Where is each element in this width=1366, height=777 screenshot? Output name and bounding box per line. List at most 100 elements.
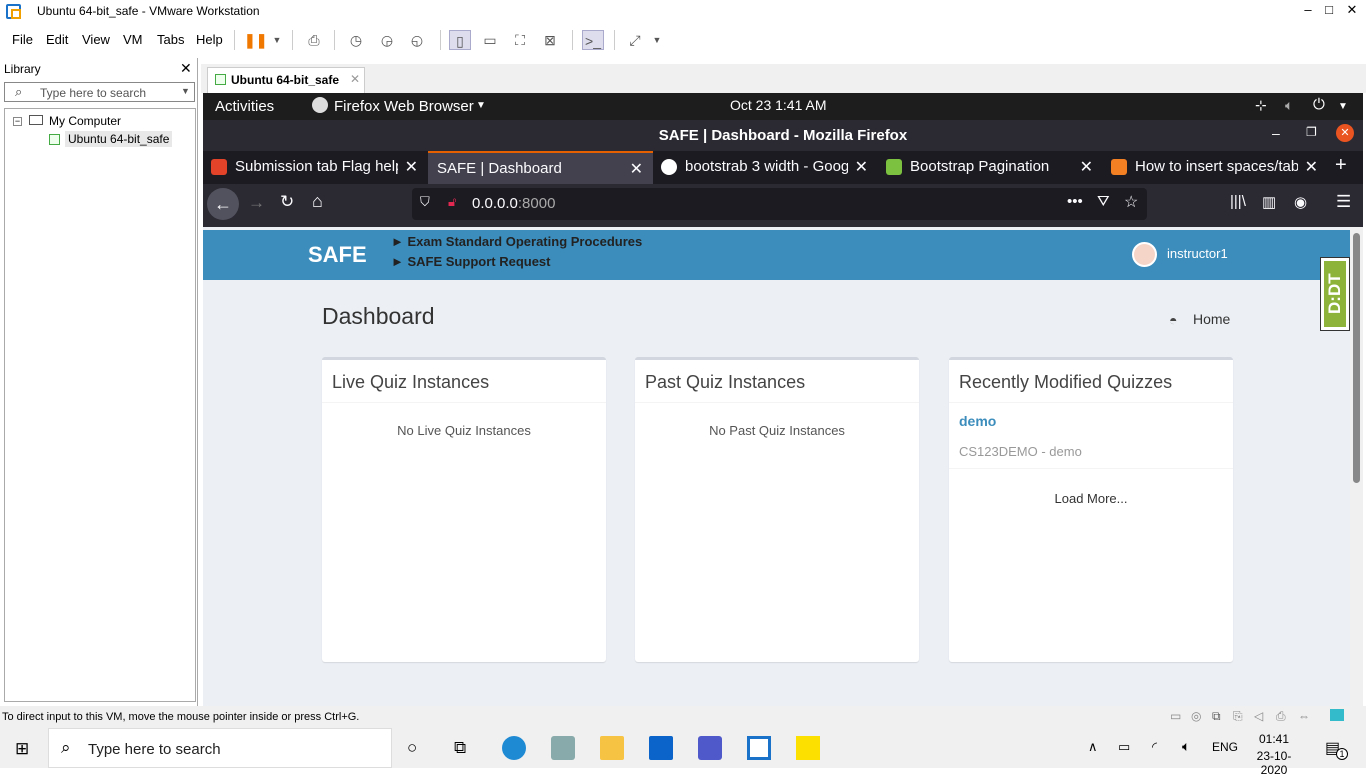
vmware-taskbar-icon[interactable] xyxy=(747,736,771,760)
snapshot-icon[interactable]: ◷ xyxy=(345,30,367,50)
pocket-icon[interactable]: ⛛ xyxy=(1097,193,1110,210)
stretch-dropdown-icon[interactable]: ▼ xyxy=(646,30,668,50)
power-icon[interactable]: ⏻ xyxy=(1313,96,1325,113)
send-keys-icon[interactable]: ⎙ xyxy=(303,30,325,50)
taskbar-search-box[interactable]: ⌕ Type here to search xyxy=(48,728,392,768)
dadt-extension-widget[interactable]: D:DT xyxy=(1320,257,1350,331)
edge-icon[interactable] xyxy=(502,736,526,760)
tree-item-ubuntu-vm[interactable]: Ubuntu 64-bit_safe xyxy=(65,131,173,147)
cd-icon[interactable]: ◎ xyxy=(1191,709,1201,723)
ff-tab-bootstrab-width[interactable]: bootstrab 3 width - Google ✕ xyxy=(653,151,878,184)
menu-file[interactable]: File xyxy=(12,32,33,47)
user-menu[interactable]: instructor1 xyxy=(1167,246,1228,261)
page-scrollbar[interactable] xyxy=(1350,227,1363,706)
menu-vm[interactable]: VM xyxy=(123,32,143,47)
pause-icon[interactable]: ❚❚ xyxy=(244,30,267,50)
ff-tab-submission[interactable]: Submission tab Flag help ✕ xyxy=(203,151,428,184)
ff-tab-close-icon[interactable]: ✕ xyxy=(630,159,643,179)
ff-minimize-button[interactable]: – xyxy=(1272,125,1280,141)
forward-button-icon[interactable]: → xyxy=(248,193,265,213)
link-exam-sop[interactable]: ► Exam Standard Operating Procedures xyxy=(391,234,642,249)
search-dropdown-icon[interactable]: ▼ xyxy=(181,86,190,96)
library-toggle-icon[interactable]: ▯ xyxy=(449,30,471,50)
ff-tab-close-icon[interactable]: ✕ xyxy=(405,157,418,177)
library-search-input[interactable]: ⌕ Type here to search ▼ xyxy=(4,82,195,102)
snapshot-manager-icon[interactable]: ◵ xyxy=(406,30,428,50)
ff-tab-bootstrap-pagination[interactable]: Bootstrap Pagination ✕ xyxy=(878,151,1103,184)
language-indicator[interactable]: ENG xyxy=(1212,740,1238,754)
link-support-request[interactable]: ► SAFE Support Request xyxy=(391,254,551,269)
tree-item-my-computer[interactable]: My Computer xyxy=(49,114,121,128)
quiz-link-demo[interactable]: demo xyxy=(959,413,996,429)
ff-tab-close-icon[interactable]: ✕ xyxy=(1305,157,1318,177)
activities-button[interactable]: Activities xyxy=(215,98,274,115)
usb-icon[interactable]: ⎘ xyxy=(1233,709,1243,724)
library-icon[interactable]: |||\ xyxy=(1230,193,1246,210)
wifi-icon[interactable]: ◜ xyxy=(1152,739,1157,755)
pause-dropdown-icon[interactable]: ▼ xyxy=(266,30,288,50)
insecure-lock-icon[interactable]: 🔓︎ xyxy=(448,194,456,210)
url-bar[interactable]: ⛉ 🔓︎ 0.0.0.0:8000 ••• ⛛ ☆ xyxy=(412,188,1147,220)
safe-logo[interactable]: SAFE xyxy=(308,242,367,268)
menu-view[interactable]: View xyxy=(82,32,110,47)
home-icon[interactable]: ⌂ xyxy=(312,191,323,212)
sidebar-icon[interactable]: ▥ xyxy=(1262,193,1276,211)
speaker-icon[interactable]: 🔈︎ xyxy=(1182,738,1190,755)
battery-icon[interactable]: ▭ xyxy=(1118,739,1130,755)
mail-icon[interactable] xyxy=(649,736,673,760)
breadcrumb-home[interactable]: Home xyxy=(1193,311,1230,327)
guest-display[interactable]: Activities Firefox Web Browser ▼ Oct 23 … xyxy=(203,93,1363,706)
stretch-icon[interactable]: ⤢ xyxy=(624,30,646,50)
ff-close-button[interactable]: ✕ xyxy=(1336,124,1354,142)
sticky-notes-icon[interactable] xyxy=(796,736,820,760)
page-actions-icon[interactable]: ••• xyxy=(1067,193,1083,210)
scrollbar-thumb[interactable] xyxy=(1353,233,1360,483)
new-tab-icon[interactable]: + xyxy=(1335,154,1347,177)
back-button-icon[interactable]: ← xyxy=(207,188,239,220)
windows-start-icon[interactable]: ⊞ xyxy=(15,739,29,759)
sound-icon[interactable]: ◁ xyxy=(1254,709,1263,723)
clock[interactable]: Oct 23 1:41 AM xyxy=(730,97,827,113)
network-adapter-icon[interactable]: ⧉ xyxy=(1212,709,1221,724)
teams-icon[interactable] xyxy=(698,736,722,760)
hamburger-menu-icon[interactable]: ☰ xyxy=(1336,192,1351,212)
printer-icon[interactable]: ⎙ xyxy=(1276,709,1286,724)
task-view-icon[interactable]: ⧉ xyxy=(454,738,466,758)
vm-tab-ubuntu[interactable]: Ubuntu 64-bit_safe ✕ xyxy=(207,67,365,93)
taskbar-date[interactable]: 23-10-2020 xyxy=(1244,749,1304,777)
ff-tab-safe-dashboard[interactable]: SAFE | Dashboard ✕ xyxy=(428,151,653,184)
network-icon[interactable]: ⊹ xyxy=(1255,97,1267,114)
menu-help[interactable]: Help xyxy=(196,32,223,47)
library-close-icon[interactable]: ✕ xyxy=(180,60,192,77)
maximize-button[interactable]: □ xyxy=(1317,2,1341,22)
app-menu[interactable]: Firefox Web Browser xyxy=(334,98,474,115)
vm-tab-close-icon[interactable]: ✕ xyxy=(350,72,360,86)
volume-icon[interactable]: 🔈︎ xyxy=(1285,97,1293,114)
system-menu-chevron-icon[interactable]: ▼ xyxy=(1338,101,1348,112)
cortana-icon[interactable]: ○ xyxy=(407,738,417,758)
ff-tab-close-icon[interactable]: ✕ xyxy=(1080,157,1093,177)
user-avatar[interactable] xyxy=(1132,242,1157,267)
message-log-icon[interactable] xyxy=(1330,709,1344,721)
bookmark-star-icon[interactable]: ☆ xyxy=(1124,192,1138,212)
tracking-shield-icon[interactable]: ⛉ xyxy=(420,194,430,210)
close-button[interactable]: ✕ xyxy=(1340,2,1364,22)
console-icon[interactable]: >_ xyxy=(582,30,604,50)
load-more-button[interactable]: Load More... xyxy=(949,491,1233,506)
ff-tab-close-icon[interactable]: ✕ xyxy=(855,157,868,177)
ff-tab-insert-spaces[interactable]: How to insert spaces/tabs ✕ xyxy=(1103,151,1328,184)
file-explorer-icon[interactable] xyxy=(600,736,624,760)
fullscreen-icon[interactable]: ⛶ xyxy=(509,30,531,50)
revert-snapshot-icon[interactable]: ◶ xyxy=(376,30,398,50)
display-icon[interactable]: ⇔ xyxy=(1298,709,1310,723)
tray-chevron-icon[interactable]: ∧ xyxy=(1088,739,1098,755)
reload-icon[interactable]: ↻ xyxy=(280,192,294,212)
taskbar-time[interactable]: 01:41 xyxy=(1249,732,1299,746)
account-icon[interactable]: ◉ xyxy=(1294,193,1307,211)
app-menu-chevron-icon[interactable]: ▼ xyxy=(476,100,486,111)
url-text[interactable]: 0.0.0.0:8000 xyxy=(472,195,555,212)
menu-tabs[interactable]: Tabs xyxy=(157,32,184,47)
thumbnail-bar-icon[interactable]: ▭ xyxy=(479,30,501,50)
control-panel-icon[interactable] xyxy=(551,736,575,760)
menu-edit[interactable]: Edit xyxy=(46,32,68,47)
